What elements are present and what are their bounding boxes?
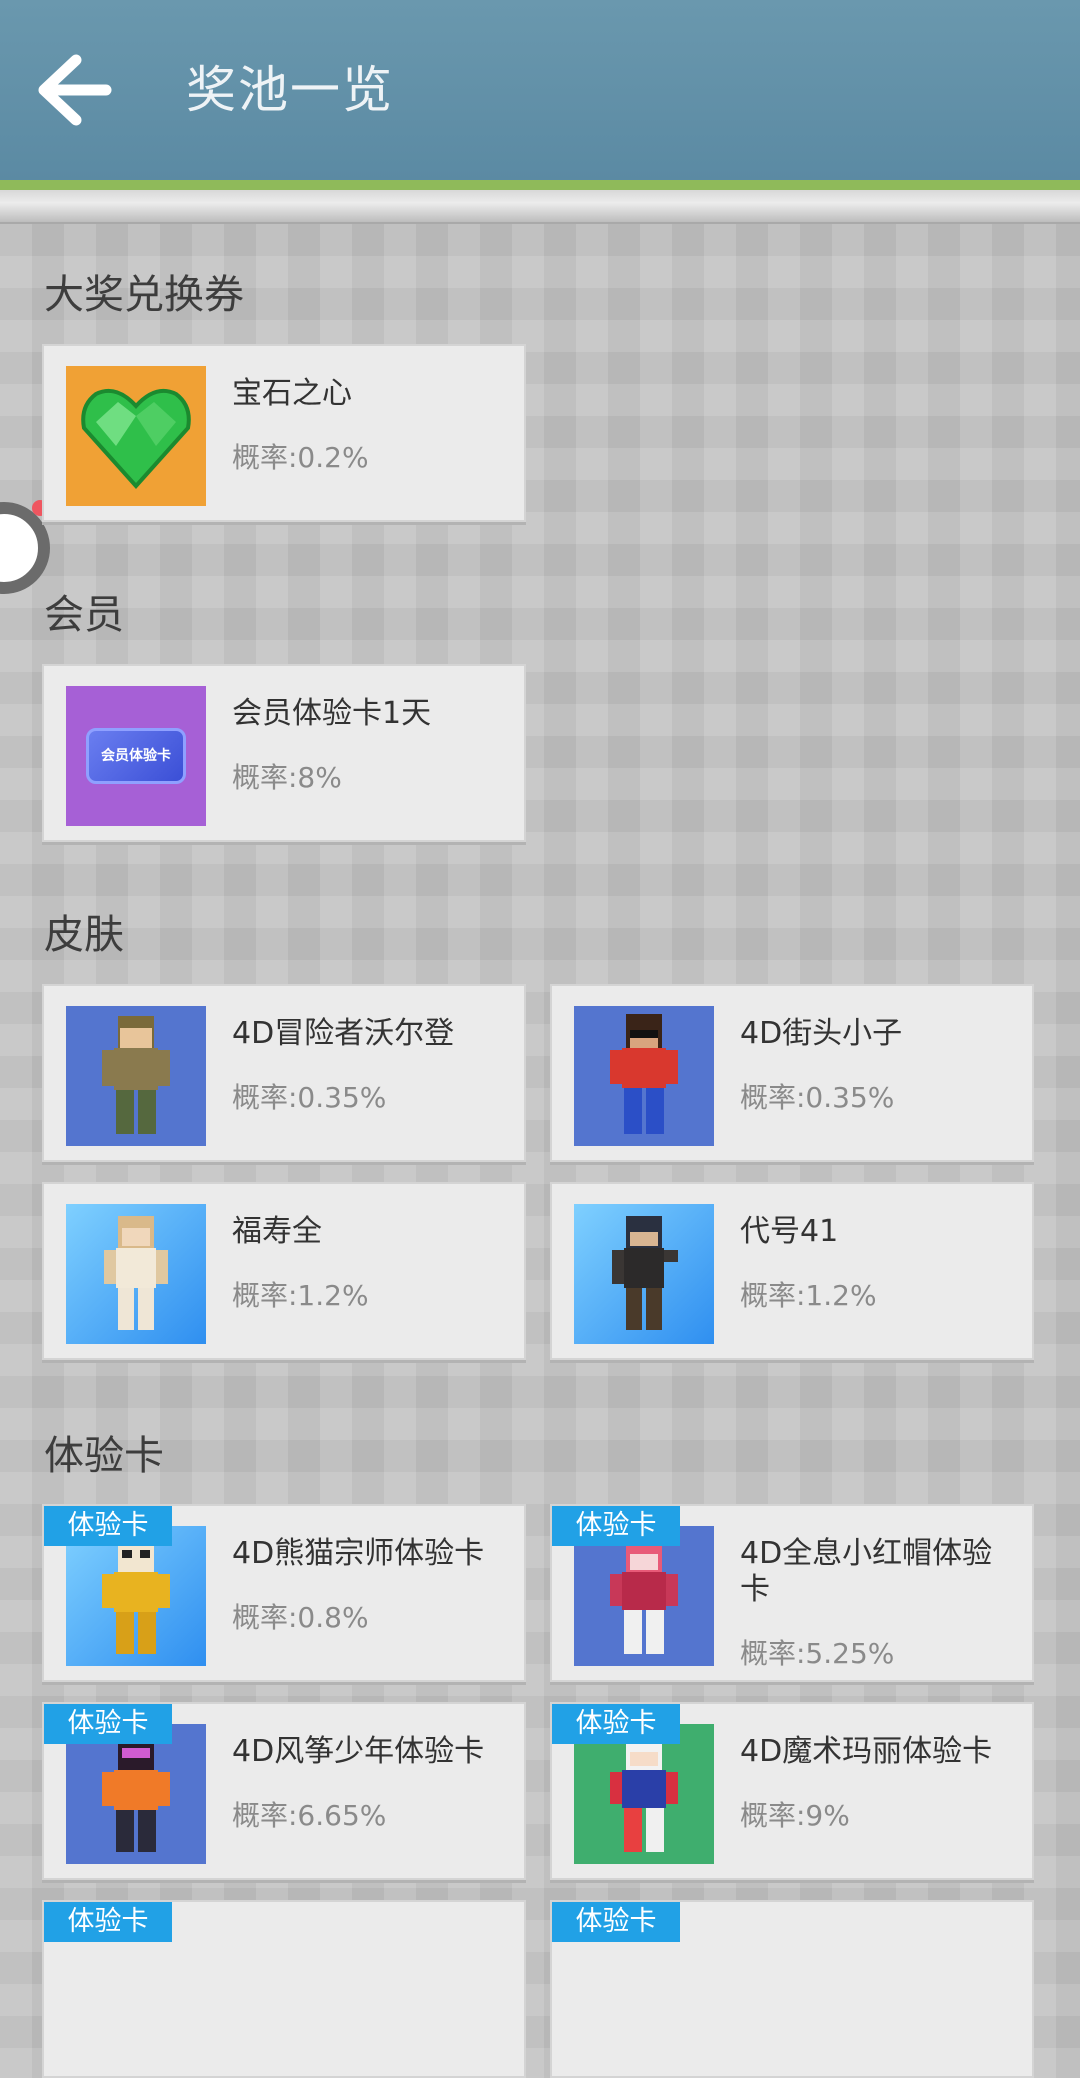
section-title-membership: 会员 [44, 592, 124, 638]
section-title-skins: 皮肤 [44, 912, 124, 958]
prize-card[interactable]: 体验卡 4D全息小红帽体验卡 概率:5.25% [550, 1504, 1034, 1682]
prize-name: 4D魔术玛丽体验卡 [740, 1734, 993, 1769]
skin-panda-master-icon [66, 1526, 206, 1666]
skin-code-41-icon [574, 1204, 714, 1344]
trial-badge: 体验卡 [44, 1902, 172, 1942]
section-title-trial-cards: 体验卡 [44, 1433, 164, 1479]
skin-kite-boy-icon [66, 1724, 206, 1864]
vip-card-icon: 会员体验卡 [66, 686, 206, 826]
skin-adventurer-icon [66, 1006, 206, 1146]
skin-magic-mary-icon [574, 1724, 714, 1864]
prize-name: 宝石之心 [232, 376, 352, 411]
prize-name: 4D全息小红帽体验卡 [740, 1536, 993, 1607]
prize-rate: 概率:5.25% [740, 1637, 895, 1670]
prize-name: 4D冒险者沃尔登 [232, 1016, 455, 1051]
trial-badge: 体验卡 [552, 1902, 680, 1942]
prize-rate: 概率:8% [232, 761, 342, 794]
prize-rate: 概率:0.35% [740, 1081, 895, 1114]
prize-rate: 概率:1.2% [740, 1279, 877, 1312]
skin-fu-shou-quan-icon [66, 1204, 206, 1344]
back-arrow-icon[interactable] [36, 52, 118, 128]
prize-card[interactable]: 宝石之心 概率:0.2% [42, 344, 526, 522]
prize-name: 4D街头小子 [740, 1016, 903, 1051]
prize-rate: 概率:1.2% [232, 1279, 369, 1312]
skin-red-riding-hood-icon [574, 1526, 714, 1666]
prize-card[interactable]: 代号41 概率:1.2% [550, 1182, 1034, 1360]
prize-card[interactable]: 福寿全 概率:1.2% [42, 1182, 526, 1360]
prize-name: 代号41 [740, 1214, 839, 1249]
trial-badge: 体验卡 [552, 1704, 680, 1744]
prize-name: 4D风筝少年体验卡 [232, 1734, 485, 1769]
top-app-bar: 奖池一览 [0, 0, 1080, 224]
trial-badge: 体验卡 [44, 1506, 172, 1546]
prize-name: 4D熊猫宗师体验卡 [232, 1536, 485, 1571]
header-divider [0, 190, 1080, 224]
prize-name: 福寿全 [232, 1214, 322, 1249]
prize-card[interactable]: 体验卡 4D风筝少年体验卡 概率:6.65% [42, 1702, 526, 1880]
prize-card[interactable]: 体验卡 [42, 1900, 526, 2078]
prize-rate: 概率:0.8% [232, 1601, 369, 1634]
prize-card[interactable]: 体验卡 [550, 1900, 1034, 2078]
trial-badge: 体验卡 [44, 1704, 172, 1744]
prize-rate: 概率:9% [740, 1799, 850, 1832]
prize-rate: 概率:0.2% [232, 441, 369, 474]
prize-name: 会员体验卡1天 [232, 696, 432, 731]
trial-badge: 体验卡 [552, 1506, 680, 1546]
prize-card[interactable]: 会员体验卡 会员体验卡1天 概率:8% [42, 664, 526, 842]
prize-card[interactable]: 4D街头小子 概率:0.35% [550, 984, 1034, 1162]
prize-rate: 概率:0.35% [232, 1081, 387, 1114]
prize-rate: 概率:6.65% [232, 1799, 387, 1832]
prize-card[interactable]: 4D冒险者沃尔登 概率:0.35% [42, 984, 526, 1162]
gem-heart-icon [66, 366, 206, 506]
header-accent-bar [0, 180, 1080, 190]
prize-card[interactable]: 体验卡 4D熊猫宗师体验卡 概率:0.8% [42, 1504, 526, 1682]
section-title-grand-prize: 大奖兑换券 [44, 272, 244, 318]
skin-street-kid-icon [574, 1006, 714, 1146]
vip-card-label: 会员体验卡 [86, 728, 186, 784]
page-title: 奖池一览 [186, 61, 394, 119]
prize-card[interactable]: 体验卡 4D魔术玛丽体验卡 概率:9% [550, 1702, 1034, 1880]
